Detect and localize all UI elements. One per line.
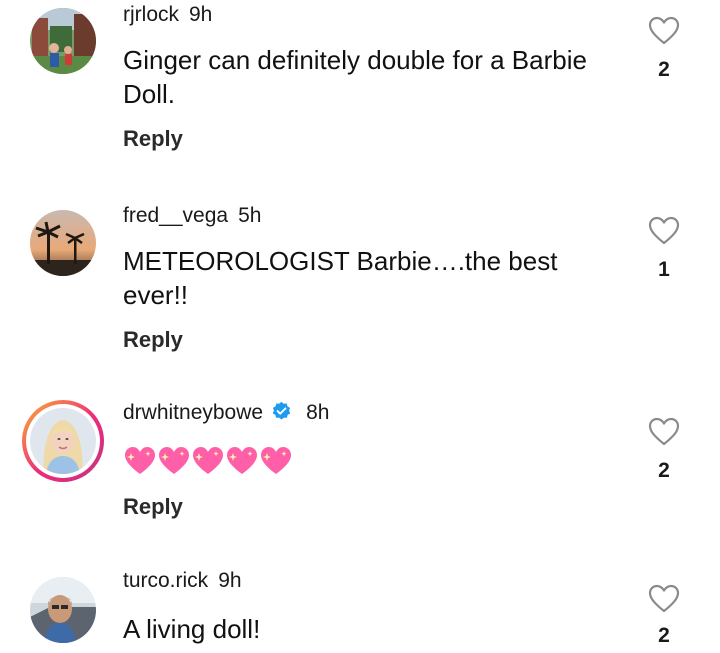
heart-icon[interactable] bbox=[648, 16, 680, 46]
like-count: 2 bbox=[658, 58, 670, 81]
portrait-avatar-with-story-ring[interactable] bbox=[22, 400, 104, 482]
comment-username[interactable]: drwhitneybowe bbox=[123, 401, 263, 424]
story-ring-gap bbox=[26, 404, 100, 478]
comment-text: A living doll! bbox=[123, 614, 261, 644]
comment-username[interactable]: turco.rick bbox=[123, 569, 208, 592]
comment-text: Ginger can definitely double for a Barbi… bbox=[123, 45, 587, 109]
comment-meta: fred__vega 5h bbox=[123, 204, 261, 228]
reply-button[interactable]: Reply bbox=[123, 126, 183, 152]
comment-meta: rjrlock 9h bbox=[123, 3, 212, 27]
reply-button[interactable]: Reply bbox=[123, 494, 183, 520]
like-count: 2 bbox=[658, 459, 670, 482]
comment-item: rjrlock 9h Ginger can definitely double f… bbox=[0, 0, 720, 180]
heart-icon[interactable] bbox=[648, 216, 680, 246]
street-photo-avatar[interactable] bbox=[30, 8, 96, 74]
comment-username[interactable]: fred__vega bbox=[123, 204, 228, 227]
comment-item: turco.rick 9h A living doll! 2 bbox=[0, 565, 720, 653]
like-count: 1 bbox=[658, 258, 670, 281]
comment-meta: drwhitneybowe 8h bbox=[123, 401, 329, 425]
comment-username[interactable]: rjrlock bbox=[123, 3, 179, 26]
palm-tree-sunset-avatar[interactable] bbox=[30, 210, 96, 276]
comment-timestamp: 9h bbox=[189, 3, 213, 26]
comment-item: fred__vega 5h METEOROLOGIST Barbie….the b… bbox=[0, 200, 720, 380]
comment-timestamp: 8h bbox=[306, 401, 330, 424]
portrait-photo bbox=[30, 408, 96, 474]
car-selfie-avatar[interactable] bbox=[30, 577, 96, 643]
heart-icon[interactable] bbox=[648, 584, 680, 614]
heart-icon[interactable] bbox=[648, 417, 680, 447]
reply-button[interactable]: Reply bbox=[123, 327, 183, 353]
verified-badge-icon bbox=[272, 401, 291, 420]
sparkling-heart-emoji-text bbox=[125, 447, 291, 474]
comment-text: METEOROLOGIST Barbie….the best ever!! bbox=[123, 246, 558, 310]
like-count: 2 bbox=[658, 624, 670, 647]
comment-timestamp: 9h bbox=[218, 569, 242, 592]
comment-meta: turco.rick 9h bbox=[123, 569, 242, 593]
comment-item: drwhitneybowe 8h Reply 2 bbox=[0, 395, 720, 560]
comment-timestamp: 5h bbox=[238, 204, 262, 227]
